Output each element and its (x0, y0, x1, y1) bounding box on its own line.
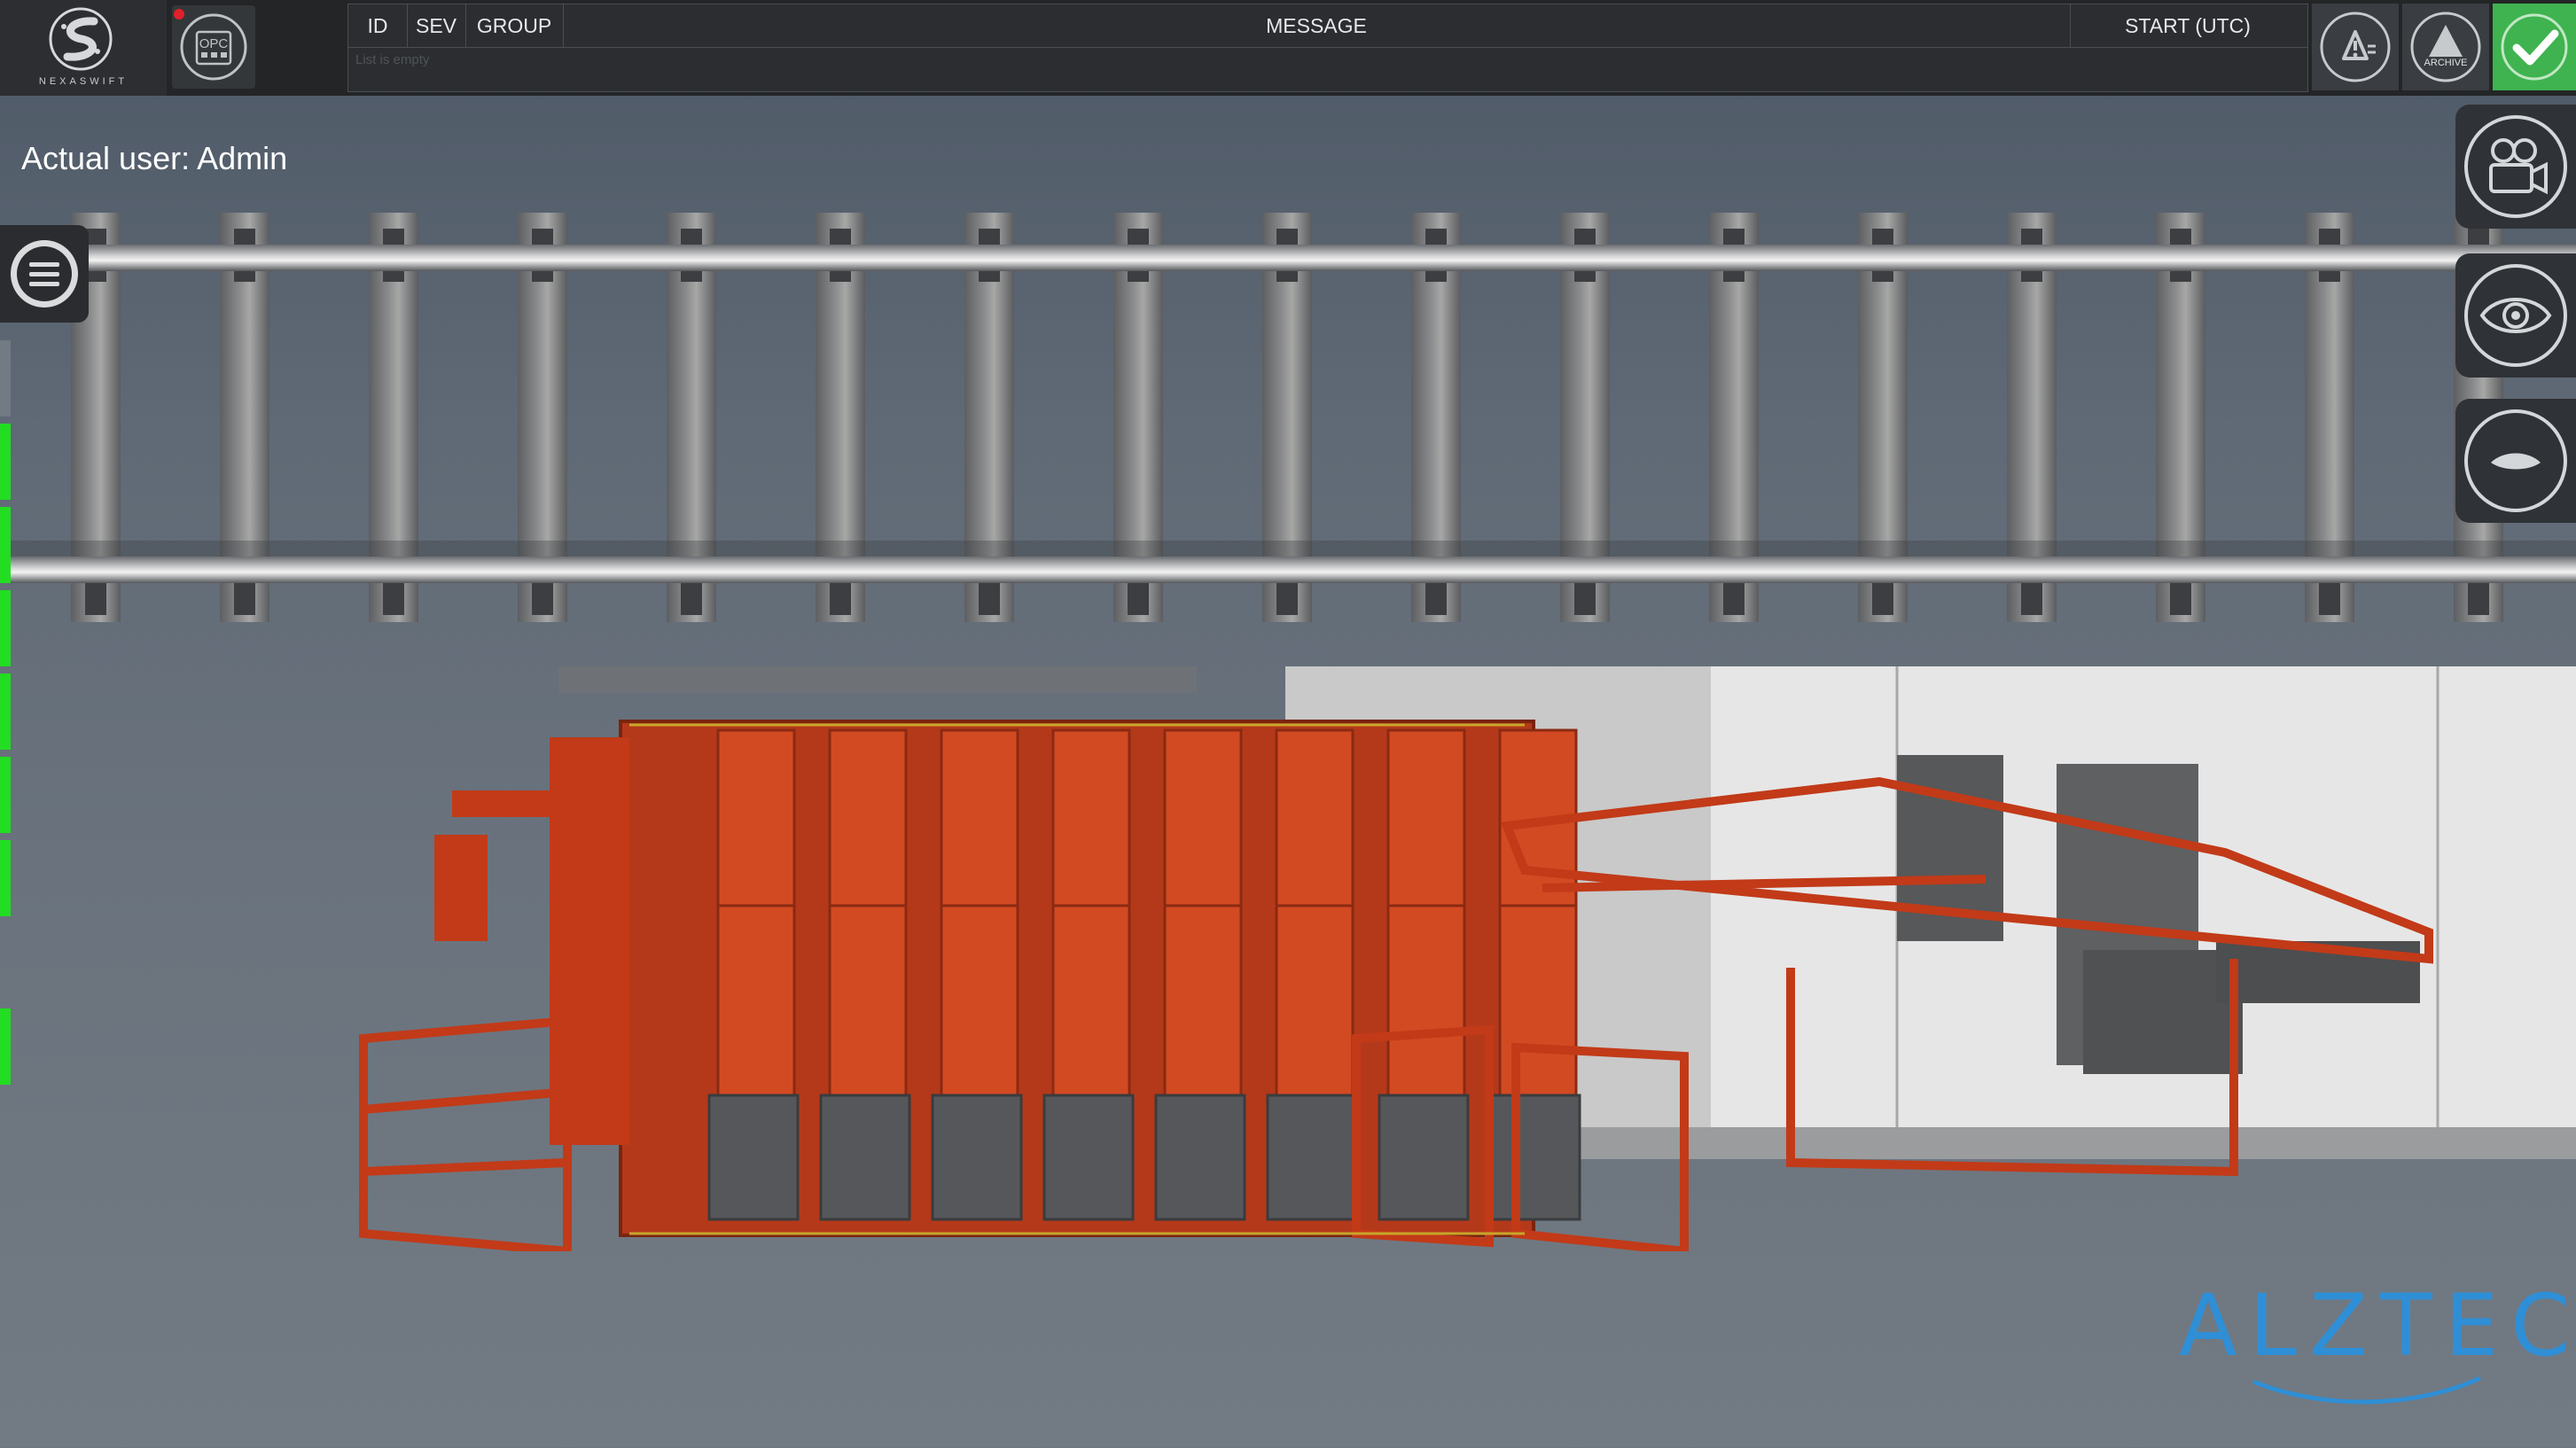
battery-box (1154, 1094, 1246, 1221)
current-user-prefix: Actual user: (21, 140, 191, 176)
door-panel (940, 728, 1019, 1097)
battery-box (1266, 1094, 1358, 1221)
checkmark-icon (2501, 13, 2568, 81)
archive-label: ARCHIVE (2424, 58, 2468, 68)
svg-text:OPC: OPC (199, 36, 229, 51)
battery-box (1378, 1094, 1470, 1221)
battery-box (819, 1094, 911, 1221)
railway-track (0, 213, 2576, 622)
archive-button[interactable]: ARCHIVE (2402, 4, 2489, 90)
battery-box (707, 1094, 800, 1221)
alarm-table: ID SEV GROUP MESSAGE START (UTC) List is… (347, 4, 2308, 92)
status-indicator (0, 840, 11, 916)
alarm-table-empty-text: List is empty (355, 52, 430, 67)
opc-button[interactable]: OPC (172, 5, 255, 89)
status-indicator (0, 507, 11, 583)
train-car-3d-model[interactable] (337, 666, 2576, 1251)
hide-view-button[interactable] (2455, 399, 2576, 523)
nexaswift-logo-icon (49, 7, 113, 71)
battery-box (1489, 1094, 1581, 1221)
brand-swoosh-icon (2252, 1376, 2481, 1405)
status-indicator-inactive (0, 340, 11, 416)
brand-logo-text: ALZTEC (2179, 1276, 2576, 1375)
eye-icon (2464, 264, 2567, 367)
show-view-button[interactable] (2455, 253, 2576, 378)
opc-icon: OPC (180, 13, 247, 81)
app-logo: NEXASWIFT (0, 0, 167, 96)
app-name: NEXASWIFT (38, 76, 129, 87)
column-sev[interactable]: SEV (407, 4, 466, 47)
status-indicator (0, 590, 11, 666)
battery-box (1042, 1094, 1135, 1221)
column-message[interactable]: MESSAGE (563, 4, 2071, 47)
camera-view-button[interactable] (2455, 105, 2576, 229)
top-toolbar: NEXASWIFT OPC ID SEV GROUP MESSAGE START… (0, 0, 2576, 96)
eye-closed-icon (2464, 409, 2567, 512)
menu-icon (11, 240, 78, 308)
archive-icon: ARCHIVE (2410, 12, 2481, 82)
camera-icon (2464, 115, 2567, 218)
status-indicator (0, 757, 11, 833)
door-panel (1386, 728, 1466, 1097)
column-id[interactable]: ID (348, 4, 408, 47)
door-panel (828, 728, 908, 1097)
column-start-utc[interactable]: START (UTC) (2070, 4, 2306, 47)
alarm-table-header: ID SEV GROUP MESSAGE START (UTC) (348, 4, 2307, 48)
opc-status-dot (174, 9, 184, 19)
alarm-list-button[interactable] (2312, 4, 2399, 90)
menu-button[interactable] (0, 225, 89, 323)
door-panel (1163, 728, 1243, 1097)
status-indicator (0, 673, 11, 750)
alarm-list-icon (2320, 12, 2391, 82)
acknowledge-button[interactable] (2493, 4, 2576, 90)
status-indicator (0, 1008, 11, 1085)
battery-box (931, 1094, 1023, 1221)
door-panel (1275, 728, 1354, 1097)
door-panel (1498, 728, 1578, 1097)
current-user-label: Actual user: Admin (21, 140, 287, 177)
current-user-name: Admin (197, 140, 288, 176)
door-panel (716, 728, 796, 1097)
status-indicator (0, 424, 11, 500)
column-group[interactable]: GROUP (465, 4, 564, 47)
door-panel (1051, 728, 1131, 1097)
